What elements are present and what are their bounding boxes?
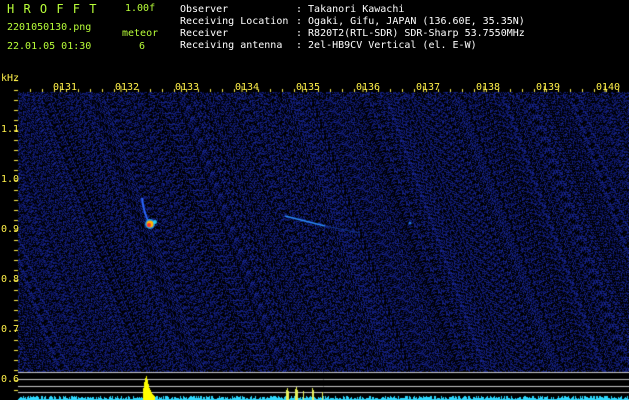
x-tick-label: 0131 bbox=[53, 82, 78, 93]
x-tick-label: 0132 bbox=[115, 82, 140, 93]
meteor-label: meteor bbox=[122, 28, 159, 39]
y-tick-label: 1.0 bbox=[1, 174, 20, 185]
y-tick-label: 0.6 bbox=[1, 374, 20, 385]
x-tick-label: 0133 bbox=[175, 82, 200, 93]
meteor-count: 6 bbox=[139, 41, 146, 52]
app-version: 1.00f bbox=[125, 3, 156, 14]
receiver-value: : R820T2(RTL-SDR) SDR-Sharp 53.7550MHz bbox=[296, 28, 525, 39]
x-tick-label: 0136 bbox=[356, 82, 381, 93]
y-unit-label: kHz bbox=[1, 73, 20, 84]
y-tick-label: 0.7 bbox=[1, 324, 20, 335]
x-tick-label: 0135 bbox=[296, 82, 321, 93]
observer-label: Observer bbox=[180, 4, 229, 15]
spectrogram-canvas bbox=[0, 0, 629, 400]
y-tick-label: 1.1 bbox=[1, 124, 20, 135]
location-label: Receiving Location bbox=[180, 16, 289, 27]
observer-value: : Takanori Kawachi bbox=[296, 4, 405, 15]
y-tick-label: 0.8 bbox=[1, 274, 20, 285]
hrofft-spectrogram-window: H R O F F T 1.00f 2201050130.png meteor … bbox=[0, 0, 629, 400]
antenna-value: : 2el-HB9CV Vertical (el. E-W) bbox=[296, 40, 477, 51]
x-tick-label: 0138 bbox=[476, 82, 501, 93]
antenna-label: Receiving antenna bbox=[180, 40, 283, 51]
file-name: 2201050130.png bbox=[7, 22, 92, 33]
x-tick-label: 0134 bbox=[235, 82, 260, 93]
app-logo: H R O F F T bbox=[7, 2, 98, 16]
datetime: 22.01.05 01:30 bbox=[7, 41, 92, 52]
x-tick-label: 0137 bbox=[416, 82, 441, 93]
receiver-label: Receiver bbox=[180, 28, 229, 39]
location-value: : Ogaki, Gifu, JAPAN (136.60E, 35.35N) bbox=[296, 16, 525, 27]
x-tick-label: 0140 bbox=[596, 82, 621, 93]
x-tick-label: 0139 bbox=[536, 82, 561, 93]
y-tick-label: 0.9 bbox=[1, 224, 20, 235]
